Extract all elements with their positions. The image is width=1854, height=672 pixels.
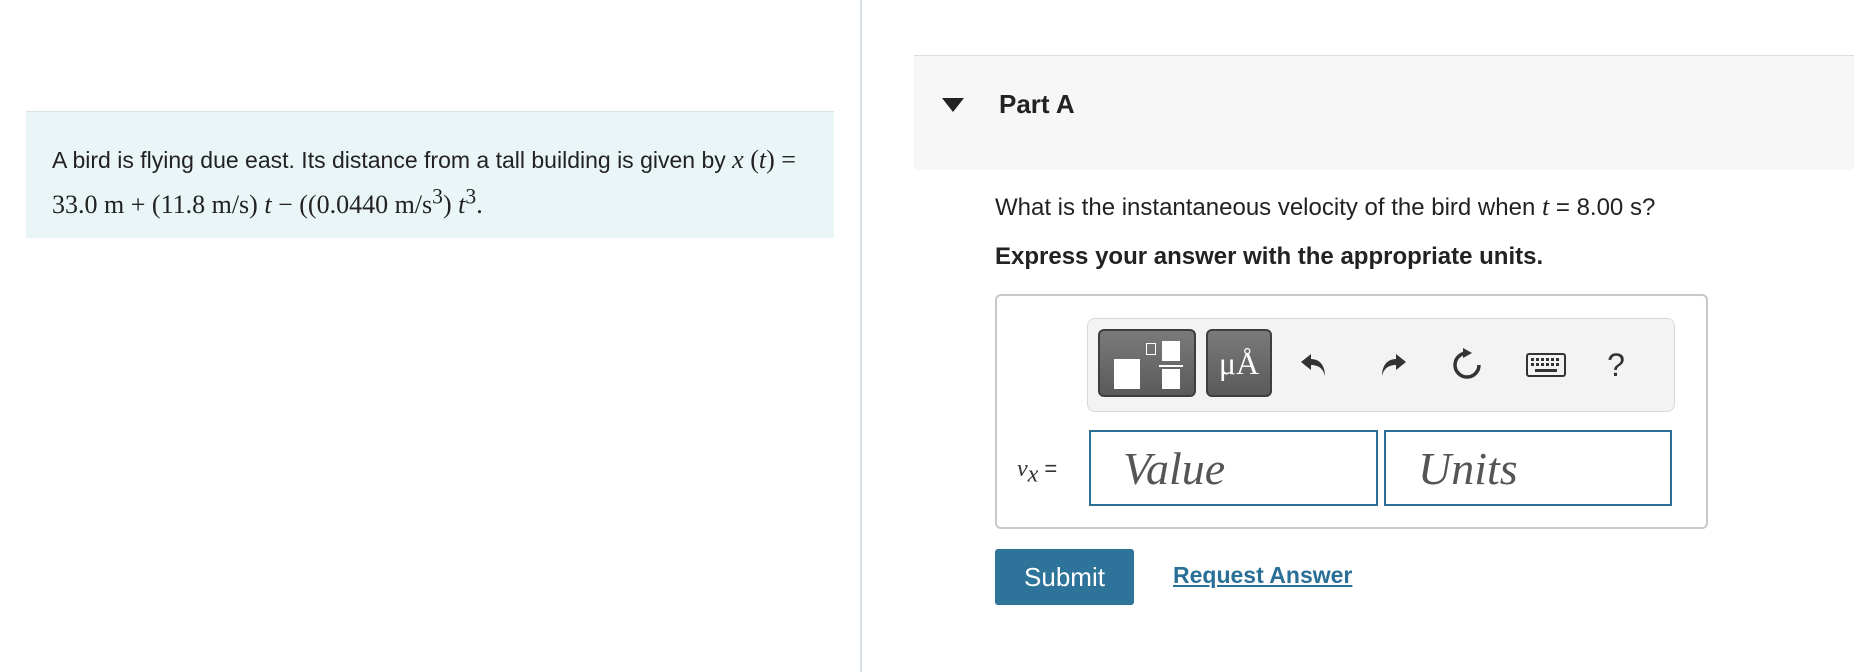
request-answer-link[interactable]: Request Answer bbox=[1173, 562, 1352, 589]
question-text: What is the instantaneous velocity of th… bbox=[995, 192, 1656, 221]
help-button[interactable]: ? bbox=[1594, 343, 1638, 387]
templates-button[interactable] bbox=[1098, 329, 1196, 397]
answer-variable-label: vx = bbox=[1017, 456, 1058, 488]
units-input[interactable] bbox=[1384, 430, 1672, 506]
submit-button[interactable]: Submit bbox=[995, 549, 1134, 605]
problem-statement: A bird is flying due east. Its distance … bbox=[26, 111, 834, 238]
redo-icon bbox=[1382, 354, 1406, 376]
math-toolbar: μÅ ? bbox=[1087, 318, 1675, 412]
answer-instructions: Express your answer with the appropriate… bbox=[995, 243, 1544, 270]
reset-button[interactable] bbox=[1445, 343, 1489, 387]
part-title: Part A bbox=[999, 89, 1075, 119]
reset-icon bbox=[1453, 348, 1481, 379]
keyboard-icon bbox=[1526, 353, 1566, 377]
collapse-caret-icon[interactable] bbox=[942, 98, 964, 112]
keyboard-button[interactable] bbox=[1516, 343, 1576, 387]
problem-pane: A bird is flying due east. Its distance … bbox=[0, 0, 860, 672]
units-icon: μÅ bbox=[1218, 345, 1260, 381]
undo-icon bbox=[1301, 354, 1325, 376]
help-icon: ? bbox=[1607, 346, 1625, 383]
undo-button[interactable] bbox=[1293, 343, 1337, 387]
units-button[interactable]: μÅ bbox=[1206, 329, 1272, 397]
value-input[interactable] bbox=[1089, 430, 1378, 506]
part-a-header[interactable]: Part A bbox=[914, 55, 1854, 170]
answer-box: μÅ ? vx = Value Units bbox=[995, 294, 1708, 529]
redo-button[interactable] bbox=[1370, 343, 1414, 387]
problem-text: A bird is flying due east. Its distance … bbox=[52, 147, 733, 173]
pane-divider bbox=[860, 0, 862, 672]
